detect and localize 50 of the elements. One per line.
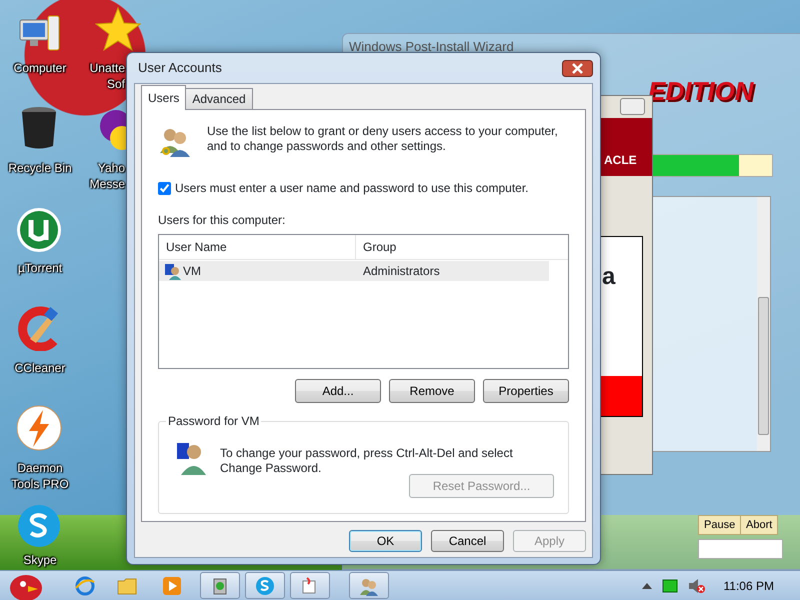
tab[interactable]: Advanced bbox=[185, 88, 253, 109]
password-text: To change your password, press Ctrl-Alt-Del and select Change Password. bbox=[220, 446, 514, 476]
abort-button[interactable]: Abort bbox=[740, 515, 778, 535]
ok-button[interactable]: OK bbox=[349, 530, 422, 552]
properties-button[interactable]: Properties bbox=[483, 379, 569, 403]
skype-icon bbox=[254, 574, 276, 596]
scrollbar-thumb[interactable] bbox=[758, 297, 769, 435]
user-icon bbox=[164, 262, 181, 280]
table-cell-text: VM bbox=[182, 263, 201, 280]
pause-button[interactable]: Pause bbox=[698, 515, 742, 535]
add-button[interactable]: Add... bbox=[295, 379, 381, 403]
muted-speaker-icon[interactable] bbox=[688, 578, 706, 594]
banner-text: EDITION bbox=[648, 75, 754, 108]
folder-icon[interactable] bbox=[116, 576, 138, 596]
dropdown-field[interactable] bbox=[698, 539, 783, 559]
user-icon bbox=[175, 441, 207, 475]
column-header[interactable]: User Name bbox=[159, 235, 356, 259]
cancel-button[interactable]: Cancel bbox=[431, 530, 504, 552]
checkbox[interactable] bbox=[158, 182, 171, 194]
content-text: a bbox=[602, 265, 616, 289]
scrollbar[interactable] bbox=[757, 197, 770, 451]
taskbar-button[interactable] bbox=[200, 572, 240, 599]
window-title: User Accounts bbox=[138, 59, 222, 78]
list-label: Users for this computer: bbox=[158, 212, 286, 229]
clock-text[interactable]: 11:06 PM bbox=[724, 576, 774, 594]
checkbox-label[interactable]: Users must enter a user name and password to use this computer. bbox=[175, 179, 529, 197]
close-button[interactable] bbox=[620, 98, 645, 115]
desktop-icon-label[interactable]: Sof bbox=[106, 76, 125, 92]
taskbar-button[interactable] bbox=[245, 572, 285, 599]
desktop-icon-label[interactable]: Skype bbox=[0, 552, 80, 568]
tab[interactable]: Users bbox=[141, 85, 186, 110]
utorrent-icon[interactable] bbox=[16, 207, 62, 253]
column-header[interactable]: Group bbox=[356, 235, 552, 259]
table-cell-text: Administrators bbox=[362, 263, 441, 280]
media-player-icon[interactable] bbox=[162, 576, 182, 596]
footer-band bbox=[600, 376, 642, 416]
window-title: Windows Post-Install Wizard bbox=[349, 38, 514, 56]
skype-icon[interactable] bbox=[16, 503, 62, 549]
taskbar-button[interactable] bbox=[349, 572, 389, 599]
star-icon[interactable] bbox=[95, 6, 141, 52]
lightning-icon[interactable] bbox=[16, 405, 62, 451]
network-status-icon[interactable] bbox=[662, 578, 678, 592]
close-icon[interactable] bbox=[562, 60, 593, 76]
list-row[interactable]: VM Administrators bbox=[159, 261, 549, 281]
remove-button[interactable]: Remove bbox=[389, 379, 475, 403]
chevron-up-icon[interactable] bbox=[642, 582, 652, 589]
browser-icon[interactable] bbox=[74, 574, 96, 596]
intro-text: Use the list below to grant or deny users access to your computer, and to change passwords and other settings. bbox=[207, 124, 559, 155]
desktop-icon-label[interactable]: Unatte bbox=[90, 60, 125, 76]
taskbar-button[interactable] bbox=[290, 572, 330, 599]
